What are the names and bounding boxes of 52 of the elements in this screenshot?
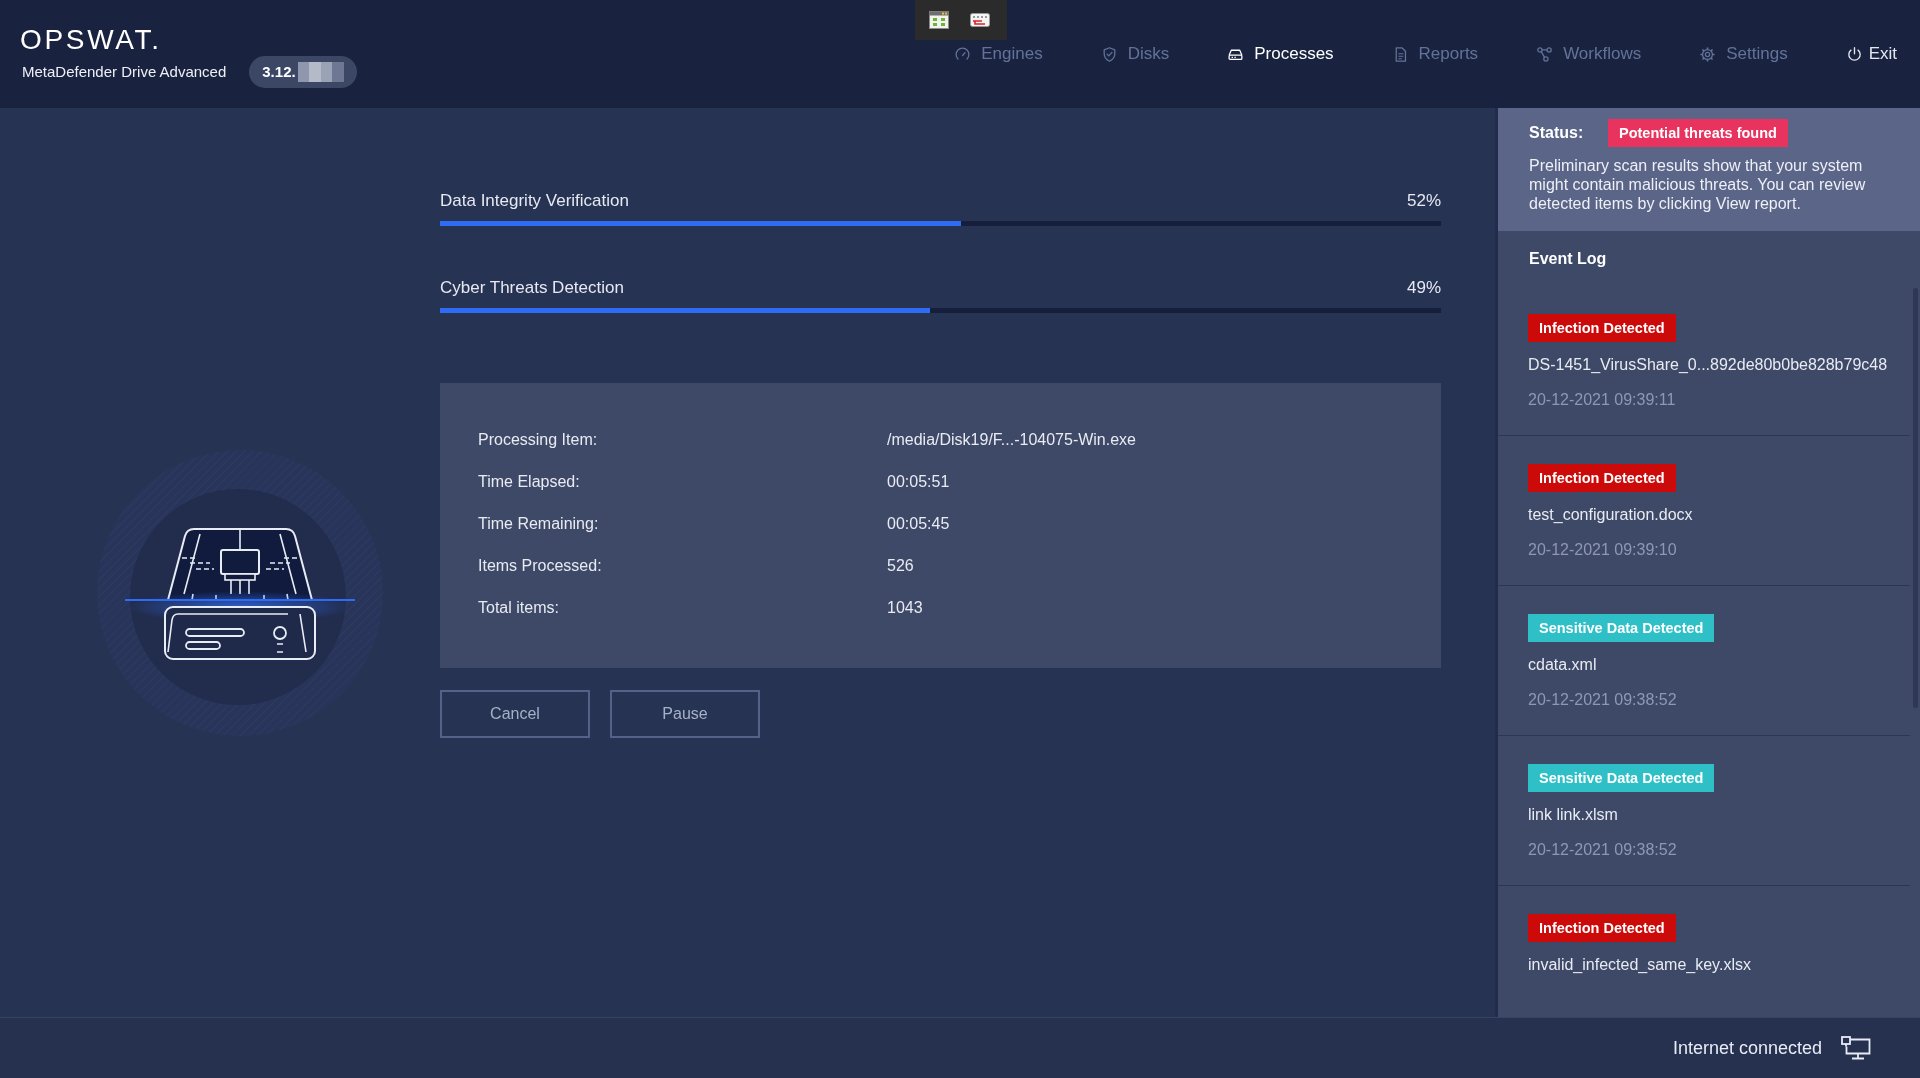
- event-file-name: cdata.xml: [1528, 655, 1597, 675]
- detail-label: Total items:: [478, 598, 560, 618]
- event-type-badge: Infection Detected: [1528, 314, 1676, 342]
- event-file-name: test_configuration.docx: [1528, 505, 1693, 525]
- window-icon[interactable]: [929, 11, 949, 29]
- nav-tab[interactable]: Settings: [1699, 43, 1788, 65]
- nav-tab[interactable]: Engines: [954, 43, 1043, 65]
- event-type-badge: Infection Detected: [1528, 464, 1676, 492]
- pause-button[interactable]: Pause: [610, 690, 760, 738]
- status-description: Preliminary scan results show that your system might contain malicious threats. You can review detected items by clicking View report.: [1529, 156, 1867, 213]
- event-type-badge: Infection Detected: [1528, 914, 1676, 942]
- power-icon: [1845, 45, 1863, 63]
- progress-percentage: 49%: [1406, 277, 1441, 299]
- connection-status: Internet connected: [1672, 1037, 1822, 1059]
- settings-icon: [1699, 45, 1717, 63]
- nav-tab[interactable]: Disks: [1100, 43, 1170, 65]
- connected-nodes-icon: [1536, 45, 1554, 63]
- detail-value: /media/Disk19/F...-104075-Win.exe: [887, 430, 1137, 450]
- detail-label: Time Remaining:: [478, 514, 600, 534]
- event-file-name: DS-1451_VirusShare_0...892de80b0be828b79c48: [1528, 355, 1888, 375]
- event-timestamp: 20-12-2021 09:38:52: [1528, 840, 1677, 860]
- cancel-button[interactable]: Cancel: [440, 690, 590, 738]
- detail-value: 00:05:45: [887, 514, 951, 534]
- event-type-badge: Sensitive Data Detected: [1528, 764, 1715, 792]
- event-file-name: invalid_infected_same_key.xlsx: [1528, 955, 1751, 975]
- detail-label: Processing Item:: [478, 430, 599, 450]
- detail-value: 526: [887, 556, 915, 576]
- version-number: 3.12.: [262, 63, 296, 81]
- product-name: MetaDefender Drive Advanced: [22, 63, 227, 81]
- event-type-badge: Sensitive Data Detected: [1528, 614, 1715, 642]
- event-timestamp: 20-12-2021 09:39:11: [1528, 390, 1676, 410]
- detail-label: Time Elapsed:: [478, 472, 581, 492]
- nav-tab[interactable]: Processes: [1227, 43, 1334, 65]
- status-label: Status:: [1529, 124, 1585, 142]
- monitor-icon: [1841, 1036, 1871, 1060]
- event-timestamp: 20-12-2021 09:39:10: [1528, 540, 1677, 560]
- event-log-title: Event Log: [1528, 249, 1607, 269]
- progress-label: Cyber Threats Detection: [440, 277, 624, 299]
- event-file-name: link link.xlsm: [1528, 805, 1618, 825]
- threat-status-badge: Potential threats found: [1608, 119, 1788, 147]
- detail-value: 00:05:51: [887, 472, 951, 492]
- pixelated-redaction: [297, 62, 344, 82]
- nav-tab[interactable]: Reports: [1391, 43, 1479, 65]
- progress-percentage: 52%: [1406, 190, 1441, 212]
- detail-value: 1043: [887, 598, 924, 618]
- exit-button[interactable]: Exit: [1845, 43, 1897, 65]
- event-timestamp: 20-12-2021 09:38:52: [1528, 690, 1677, 710]
- detail-label: Items Processed:: [478, 556, 603, 576]
- nav-tab[interactable]: Workflows: [1536, 43, 1642, 65]
- keyboard-icon[interactable]: [970, 11, 990, 29]
- brand-logo: OPSWAT.: [20, 24, 162, 56]
- progress-label: Data Integrity Verification: [440, 190, 629, 212]
